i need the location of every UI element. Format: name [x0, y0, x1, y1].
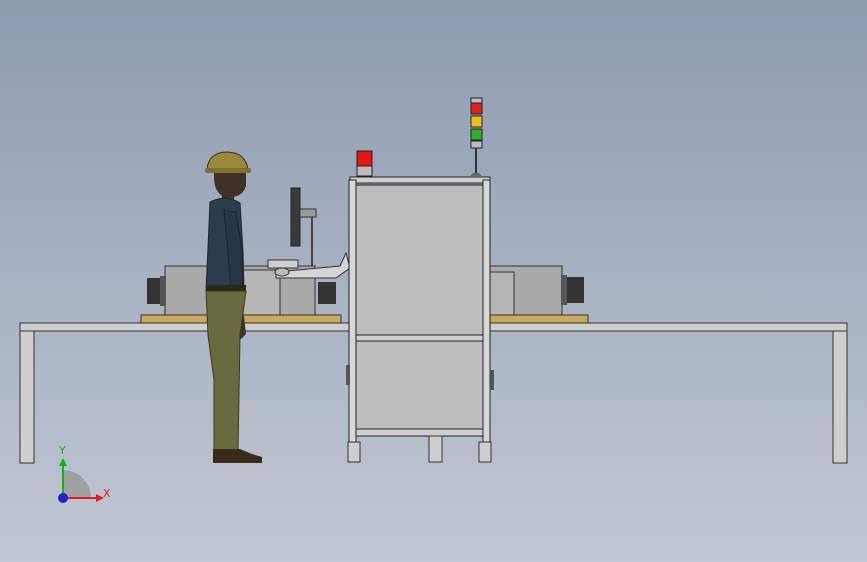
monitor	[290, 187, 301, 247]
stack-light-red	[470, 102, 483, 115]
beacon-base	[356, 165, 373, 177]
cabinet-post-right	[482, 179, 491, 443]
keyboard-tray	[267, 259, 299, 269]
arm-joint	[274, 267, 290, 277]
table-leg-left	[19, 330, 35, 464]
triad-y-label: Y	[58, 444, 66, 457]
beacon-light	[356, 150, 373, 167]
stack-light-green	[470, 128, 483, 141]
stack-light-base	[470, 140, 483, 149]
cabinet-top-rail	[349, 176, 491, 184]
cabinet-foot-center	[428, 435, 443, 463]
left-end-motor	[318, 282, 336, 304]
cabinet-upper-panel	[355, 184, 484, 336]
table-leg-right	[832, 330, 848, 464]
left-machine-unit[interactable]	[147, 187, 351, 316]
hard-hat	[206, 151, 249, 171]
wood-plate-right	[487, 314, 589, 324]
right-motor-flange	[561, 275, 567, 305]
monitor-mount	[299, 208, 317, 218]
cabinet-post-left	[348, 179, 357, 443]
hard-hat-brim	[205, 168, 251, 173]
cabinet-lower-panel	[355, 340, 484, 430]
right-machine-panel	[487, 271, 515, 316]
warning-beacon[interactable]	[356, 150, 373, 177]
triad-z-axis	[58, 493, 68, 503]
cabinet-foot-right	[478, 441, 492, 463]
stack-light-yellow	[470, 115, 483, 128]
right-machine-unit[interactable]	[487, 265, 584, 316]
stack-light-mount	[469, 173, 483, 177]
cad-viewport[interactable]: X Y	[0, 0, 867, 562]
cabinet-bottom-rail	[351, 428, 489, 437]
cabinet-side-bracket-r	[490, 370, 494, 390]
worker-pants	[205, 290, 247, 453]
stack-light-cap	[470, 97, 483, 104]
worker-shoe	[213, 449, 262, 463]
worker-head	[214, 173, 246, 197]
worker-belt	[206, 285, 246, 291]
central-cabinet[interactable]	[346, 176, 494, 463]
triad-x-label: X	[103, 487, 111, 500]
coordinate-triad: X Y	[58, 444, 111, 503]
assembly-side-view: X Y	[19, 97, 848, 503]
cabinet-side-bracket	[346, 365, 350, 385]
stack-light-tower[interactable]	[469, 97, 483, 177]
cabinet-mid-rail	[351, 334, 489, 342]
left-motor-flange	[160, 276, 166, 306]
triad-arc	[63, 470, 91, 498]
triad-y-arrow	[59, 458, 67, 466]
cabinet-foot-left	[347, 441, 361, 463]
